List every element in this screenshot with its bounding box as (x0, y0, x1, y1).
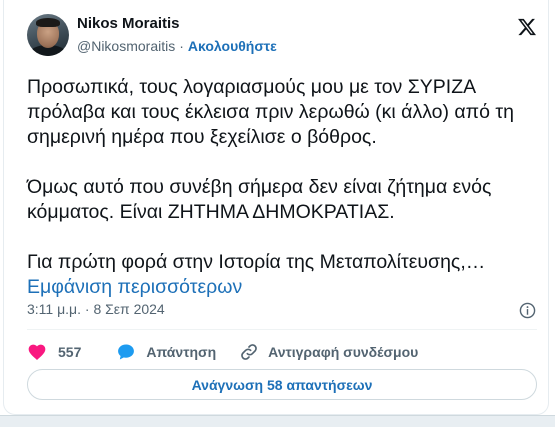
avatar[interactable] (27, 14, 69, 56)
x-logo-icon[interactable] (517, 17, 537, 37)
tweet-paragraph-2: Όμως αυτό που συνέβη σήμερα δεν είναι ζή… (27, 176, 492, 223)
info-icon[interactable] (519, 302, 536, 319)
tweet-paragraph-1: Προσωπικά, τους λογαριασμούς μου με τον … (27, 76, 514, 148)
like-button[interactable]: 557 (27, 342, 81, 362)
read-replies-button[interactable]: Ανάγνωση 58 απαντήσεων (27, 369, 537, 400)
author-handle[interactable]: @Nikosmoraitis (77, 38, 175, 54)
speech-bubble-icon (118, 344, 135, 360)
follow-link[interactable]: Ακολουθήστε (188, 38, 277, 54)
link-icon (241, 344, 257, 360)
tweet-timestamp[interactable]: 3:11 μ.μ. · 8 Σεπ 2024 (27, 301, 165, 317)
like-count: 557 (58, 344, 82, 360)
tweet-paragraph-3: Για πρώτη φορά στην Ιστορία της Μεταπολί… (27, 250, 537, 300)
author-handle-row: @Nikosmoraitis · Ακολουθήστε (77, 38, 277, 54)
copy-link-button[interactable]: Αντιγραφή συνδέσμου (239, 342, 418, 362)
author-name[interactable]: Nikos Moraitis (77, 15, 180, 32)
heart-icon (28, 344, 46, 360)
tweet-card: Nikos Moraitis @Nikosmoraitis · Ακολουθήστ… (3, 0, 549, 415)
tweet-paragraph-3-text: Για πρώτη φορά στην Ιστορία της Μεταπολί… (27, 251, 486, 273)
reply-button[interactable]: Απάντηση (116, 342, 216, 362)
page-background-strip (0, 415, 555, 427)
copy-link-label: Αντιγραφή συνδέσμου (268, 344, 419, 360)
divider (27, 329, 537, 330)
tweet-text: Προσωπικά, τους λογαριασμούς μου με τον … (27, 75, 537, 300)
separator-dot: · (179, 38, 184, 54)
action-bar: 557 Απάντηση Αντιγραφή συνδέσμου (27, 341, 418, 363)
show-more-link[interactable]: Εμφάνιση περισσότερων (27, 276, 242, 298)
reply-label: Απάντηση (146, 344, 217, 360)
